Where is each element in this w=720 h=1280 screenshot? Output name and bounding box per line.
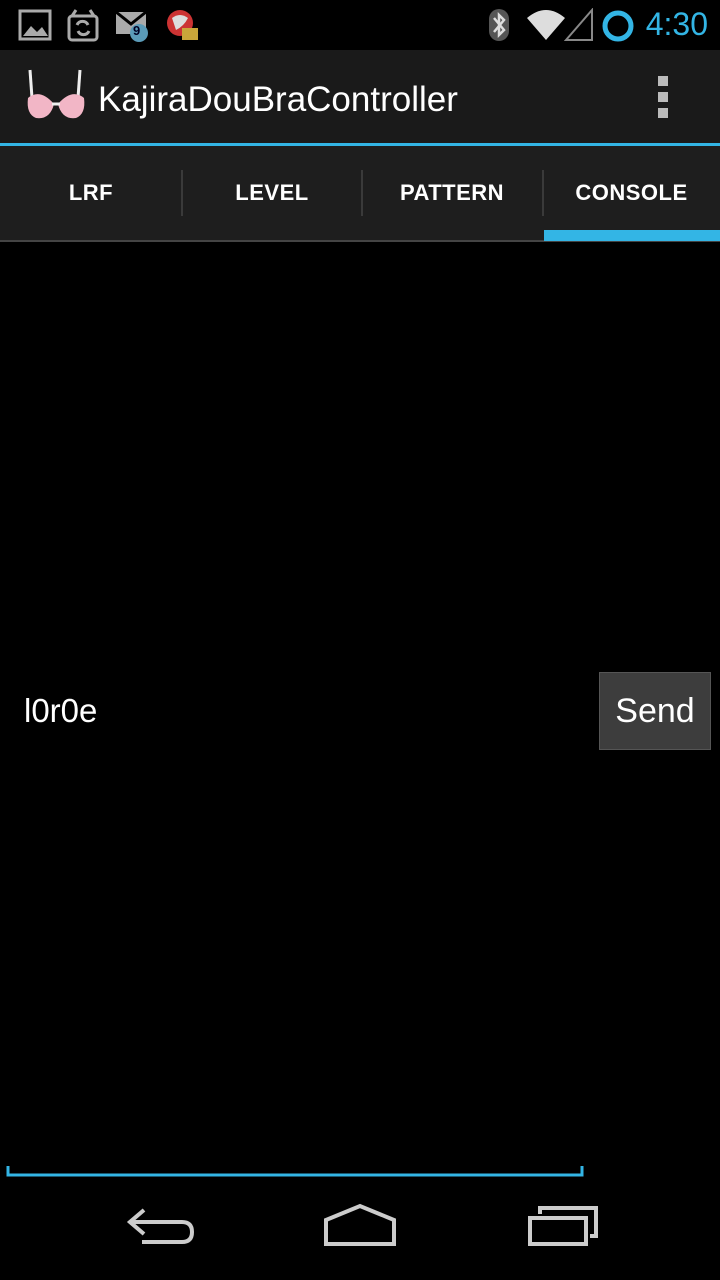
navigation-bar	[0, 1188, 720, 1280]
tab-level[interactable]: LEVEL	[182, 146, 362, 240]
overflow-menu-icon[interactable]	[652, 76, 674, 120]
sync-icon	[66, 8, 100, 47]
selected-tab-indicator	[544, 230, 720, 241]
action-bar: KajiraDouBraController	[0, 50, 720, 143]
battery-ring-icon	[600, 8, 636, 49]
tab-lrf[interactable]: LRF	[0, 146, 182, 240]
app-title: KajiraDouBraController	[98, 80, 458, 119]
status-clock: 4:30	[645, 6, 708, 42]
gallery-icon	[18, 8, 52, 47]
home-icon[interactable]	[322, 1202, 398, 1255]
console-output-text: l0r0e	[24, 692, 98, 729]
recent-apps-icon[interactable]	[526, 1202, 600, 1255]
email-badge: 9	[133, 23, 141, 38]
bra-icon[interactable]	[24, 68, 88, 131]
console-input-field[interactable]	[6, 1164, 584, 1178]
status-bar: 9 4:30	[0, 0, 720, 50]
hangouts-icon	[164, 8, 200, 49]
tab-pattern[interactable]: PATTERN	[362, 146, 542, 240]
back-icon[interactable]	[124, 1202, 196, 1255]
tab-bar: LRF LEVEL PATTERN CONSOLE	[0, 146, 720, 240]
bluetooth-icon	[486, 8, 512, 47]
wifi-icon	[526, 8, 566, 47]
tab-console[interactable]: CONSOLE	[543, 146, 720, 240]
send-button[interactable]: Send	[599, 672, 711, 750]
cellular-signal-icon	[563, 7, 594, 47]
